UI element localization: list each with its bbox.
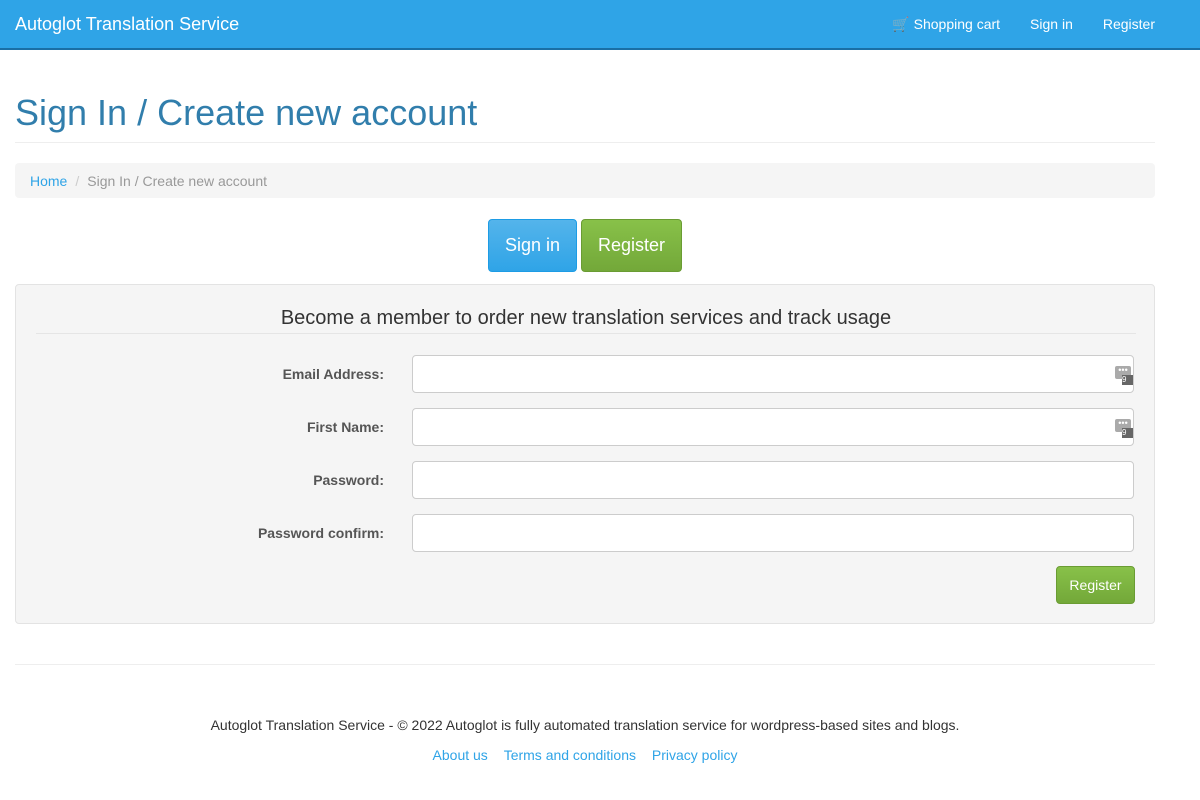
- footer-links: About us Terms and conditions Privacy po…: [0, 747, 1170, 763]
- password-input[interactable]: [412, 461, 1134, 499]
- breadcrumb: Home / Sign In / Create new account: [15, 163, 1155, 198]
- privacy-link[interactable]: Privacy policy: [652, 747, 738, 763]
- breadcrumb-current: Sign In / Create new account: [87, 173, 268, 189]
- password-manager-icon[interactable]: ••• 9: [1115, 419, 1133, 438]
- first-name-label: First Name:: [306, 419, 384, 435]
- about-us-link[interactable]: About us: [433, 747, 488, 763]
- email-input[interactable]: ••• 9: [412, 355, 1134, 393]
- password-confirm-label: Password confirm:: [257, 525, 384, 541]
- register-form: Become a member to order new translation…: [15, 284, 1155, 624]
- signin-tab-button[interactable]: Sign in: [488, 219, 577, 272]
- email-label: Email Address:: [282, 366, 384, 382]
- password-manager-icon[interactable]: ••• 9: [1115, 366, 1133, 385]
- brand-link[interactable]: Autoglot Translation Service: [15, 14, 239, 35]
- terms-link[interactable]: Terms and conditions: [504, 747, 636, 763]
- nav-register-link[interactable]: Register: [1103, 16, 1155, 33]
- register-submit-button[interactable]: Register: [1056, 566, 1135, 604]
- password-confirm-input[interactable]: [412, 514, 1134, 552]
- footer-text: Autoglot Translation Service - © 2022 Au…: [210, 717, 960, 733]
- first-name-input[interactable]: ••• 9: [412, 408, 1134, 446]
- divider: [15, 142, 1155, 143]
- divider: [15, 664, 1155, 665]
- password-label: Password:: [313, 472, 384, 488]
- register-tab-button[interactable]: Register: [581, 219, 682, 272]
- navbar: Autoglot Translation Service 🛒 Shopping …: [0, 0, 1200, 50]
- form-legend: Become a member to order new translation…: [36, 307, 1136, 334]
- nav-signin-link[interactable]: Sign in: [1030, 16, 1073, 33]
- shopping-cart-link[interactable]: 🛒 Shopping cart: [892, 16, 1000, 33]
- cart-label: Shopping cart: [913, 16, 1001, 32]
- cart-icon: 🛒: [892, 16, 910, 32]
- breadcrumb-home[interactable]: Home: [30, 173, 67, 189]
- page-title: Sign In / Create new account: [15, 92, 478, 133]
